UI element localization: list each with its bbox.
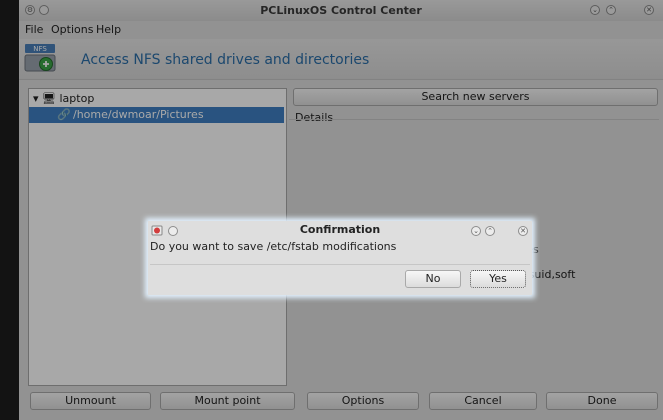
no-button[interactable]: No (405, 270, 461, 288)
modal-overlay (0, 0, 663, 420)
dialog-minimize-icon[interactable]: ⌄ (471, 226, 481, 236)
dialog-divider (150, 264, 530, 265)
dialog-maximize-icon[interactable]: ⌃ (485, 226, 495, 236)
confirmation-dialog: Confirmation ⌄ ⌃ ✕ Do you want to save /… (148, 221, 532, 295)
dialog-message: Do you want to save /etc/fstab modificat… (150, 240, 397, 253)
dialog-close-icon[interactable]: ✕ (518, 226, 528, 236)
yes-button[interactable]: Yes (470, 270, 526, 288)
